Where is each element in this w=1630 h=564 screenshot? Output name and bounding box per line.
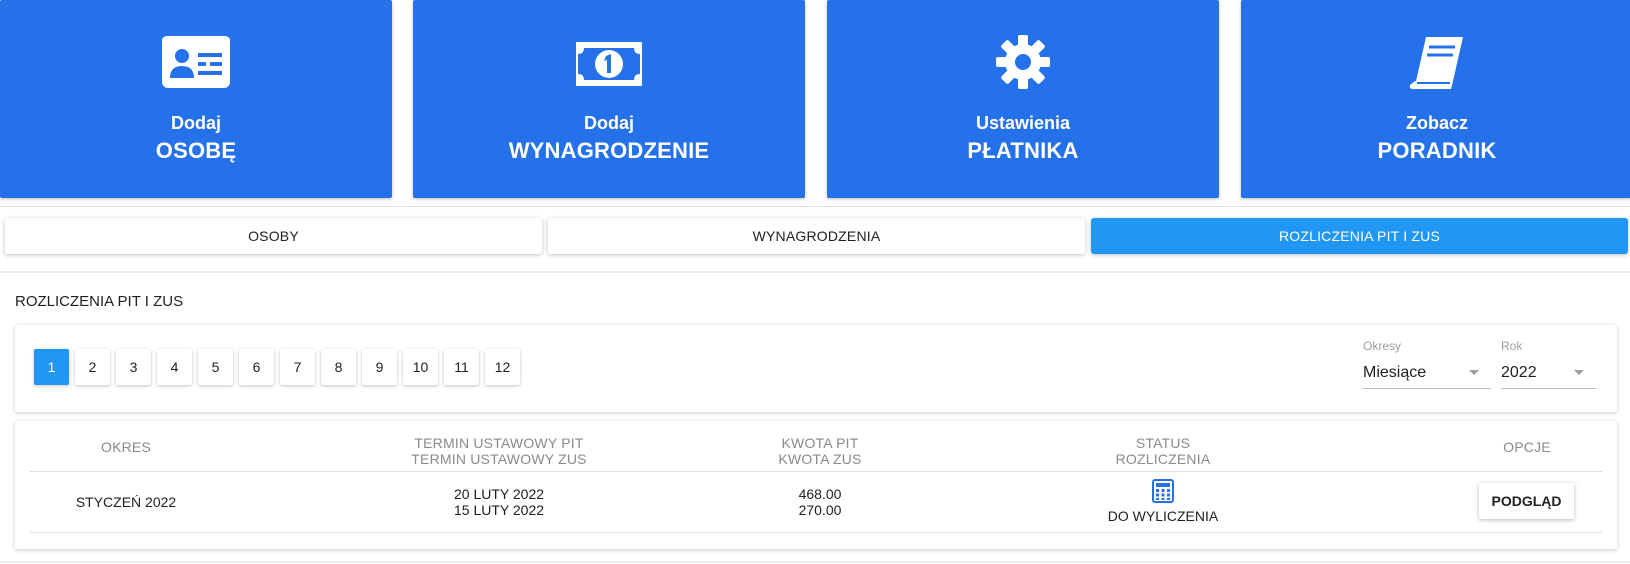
header-deadline-pit: TERMIN USTAWOWY PIT <box>414 435 584 451</box>
tile-small-label: Dodaj <box>170 113 221 133</box>
cell-deadlines: 20 LUTY 2022 15 LUTY 2022 <box>359 486 639 518</box>
header-period: OKRES <box>100 439 151 455</box>
row-divider <box>30 532 1602 533</box>
month-button[interactable]: 8 <box>321 349 356 385</box>
tile-big-label: PŁATNIKA <box>967 138 1079 163</box>
month-button[interactable]: 3 <box>116 349 151 385</box>
month-button[interactable]: 5 <box>198 349 233 385</box>
chevron-down-icon <box>1469 370 1479 375</box>
divider <box>0 561 1630 563</box>
month-button[interactable]: 10 <box>403 349 438 385</box>
month-button[interactable]: 4 <box>157 349 192 385</box>
guide-tile[interactable]: Zobacz PORADNIK <box>1241 0 1630 198</box>
cell-period: STYCZEŃ 2022 <box>75 494 177 510</box>
month-button[interactable]: 12 <box>485 349 520 385</box>
preview-button[interactable]: PODGLĄD <box>1479 483 1574 519</box>
year-select[interactable]: Rok 2022 <box>1501 339 1596 389</box>
month-button[interactable]: 9 <box>362 349 397 385</box>
year-value-box[interactable]: 2022 <box>1501 357 1596 389</box>
divider <box>0 271 1630 273</box>
period-type-select[interactable]: Okresy Miesiące <box>1363 339 1491 389</box>
section-title: ROZLICZENIA PIT I ZUS <box>15 293 184 310</box>
header-status-line2: ROZLICZENIA <box>1115 451 1211 467</box>
header-status: STATUS ROZLICZENIA <box>1073 435 1253 467</box>
payer-settings-tile[interactable]: Ustawienia PŁATNIKA <box>827 0 1219 198</box>
cell-status: DO WYLICZENIA <box>1073 479 1253 524</box>
header-deadlines: TERMIN USTAWOWY PIT TERMIN USTAWOWY ZUS <box>359 435 639 467</box>
month-pagination: 1 2 3 4 5 6 7 8 9 10 11 12 <box>34 349 520 385</box>
header-status-line1: STATUS <box>1135 435 1191 451</box>
header-amounts: KWOTA PIT KWOTA ZUS <box>735 435 905 467</box>
banknote-icon <box>413 34 805 94</box>
divider <box>0 206 1630 207</box>
month-button[interactable]: 1 <box>34 349 69 385</box>
period-filter-card: 1 2 3 4 5 6 7 8 9 10 11 12 Okresy Miesią… <box>15 325 1617 412</box>
month-button[interactable]: 7 <box>280 349 315 385</box>
period-type-value-box[interactable]: Miesiące <box>1363 357 1491 389</box>
tab-pit-zus-settlements[interactable]: ROZLICZENIA PIT I ZUS <box>1091 218 1628 254</box>
header-amount-pit: KWOTA PIT <box>781 435 859 451</box>
period-type-value: Miesiące <box>1363 363 1427 381</box>
cell-deadline-pit: 20 LUTY 2022 <box>453 486 545 502</box>
add-person-tile[interactable]: Dodaj OSOBĘ <box>0 0 392 198</box>
cell-amount-pit: 468.00 <box>798 486 842 502</box>
tile-small-label: Ustawienia <box>975 113 1071 133</box>
tile-small-label: Zobacz <box>1405 113 1468 133</box>
id-card-icon <box>0 34 392 94</box>
tile-small-label: Dodaj <box>583 113 634 133</box>
month-button[interactable]: 2 <box>75 349 110 385</box>
tile-big-label: OSOBĘ <box>155 138 237 163</box>
add-salary-tile[interactable]: Dodaj WYNAGRODZENIE <box>413 0 805 198</box>
gear-icon <box>827 34 1219 94</box>
book-icon <box>1241 34 1630 94</box>
cell-amount-zus: 270.00 <box>798 502 842 518</box>
tile-big-label: WYNAGRODZENIE <box>508 138 710 163</box>
tab-salaries[interactable]: WYNAGRODZENIA <box>548 218 1085 254</box>
month-button[interactable]: 6 <box>239 349 274 385</box>
header-deadline-zus: TERMIN USTAWOWY ZUS <box>411 451 587 467</box>
chevron-down-icon <box>1574 370 1584 375</box>
year-label: Rok <box>1501 339 1523 353</box>
cell-amounts: 468.00 270.00 <box>735 486 905 518</box>
header-amount-zus: KWOTA ZUS <box>778 451 862 467</box>
header-divider <box>30 471 1602 472</box>
calculator-icon <box>1073 479 1253 503</box>
header-options: OPCJE <box>1503 439 1551 455</box>
tile-big-label: PORADNIK <box>1377 138 1497 163</box>
cell-deadline-zus: 15 LUTY 2022 <box>453 502 545 518</box>
tab-persons[interactable]: OSOBY <box>5 218 542 254</box>
status-label: DO WYLICZENIA <box>1107 508 1219 524</box>
period-type-label: Okresy <box>1363 339 1402 353</box>
month-button[interactable]: 11 <box>444 349 479 385</box>
year-value: 2022 <box>1501 363 1537 381</box>
settlements-table: OKRES TERMIN USTAWOWY PIT TERMIN USTAWOW… <box>15 421 1617 549</box>
